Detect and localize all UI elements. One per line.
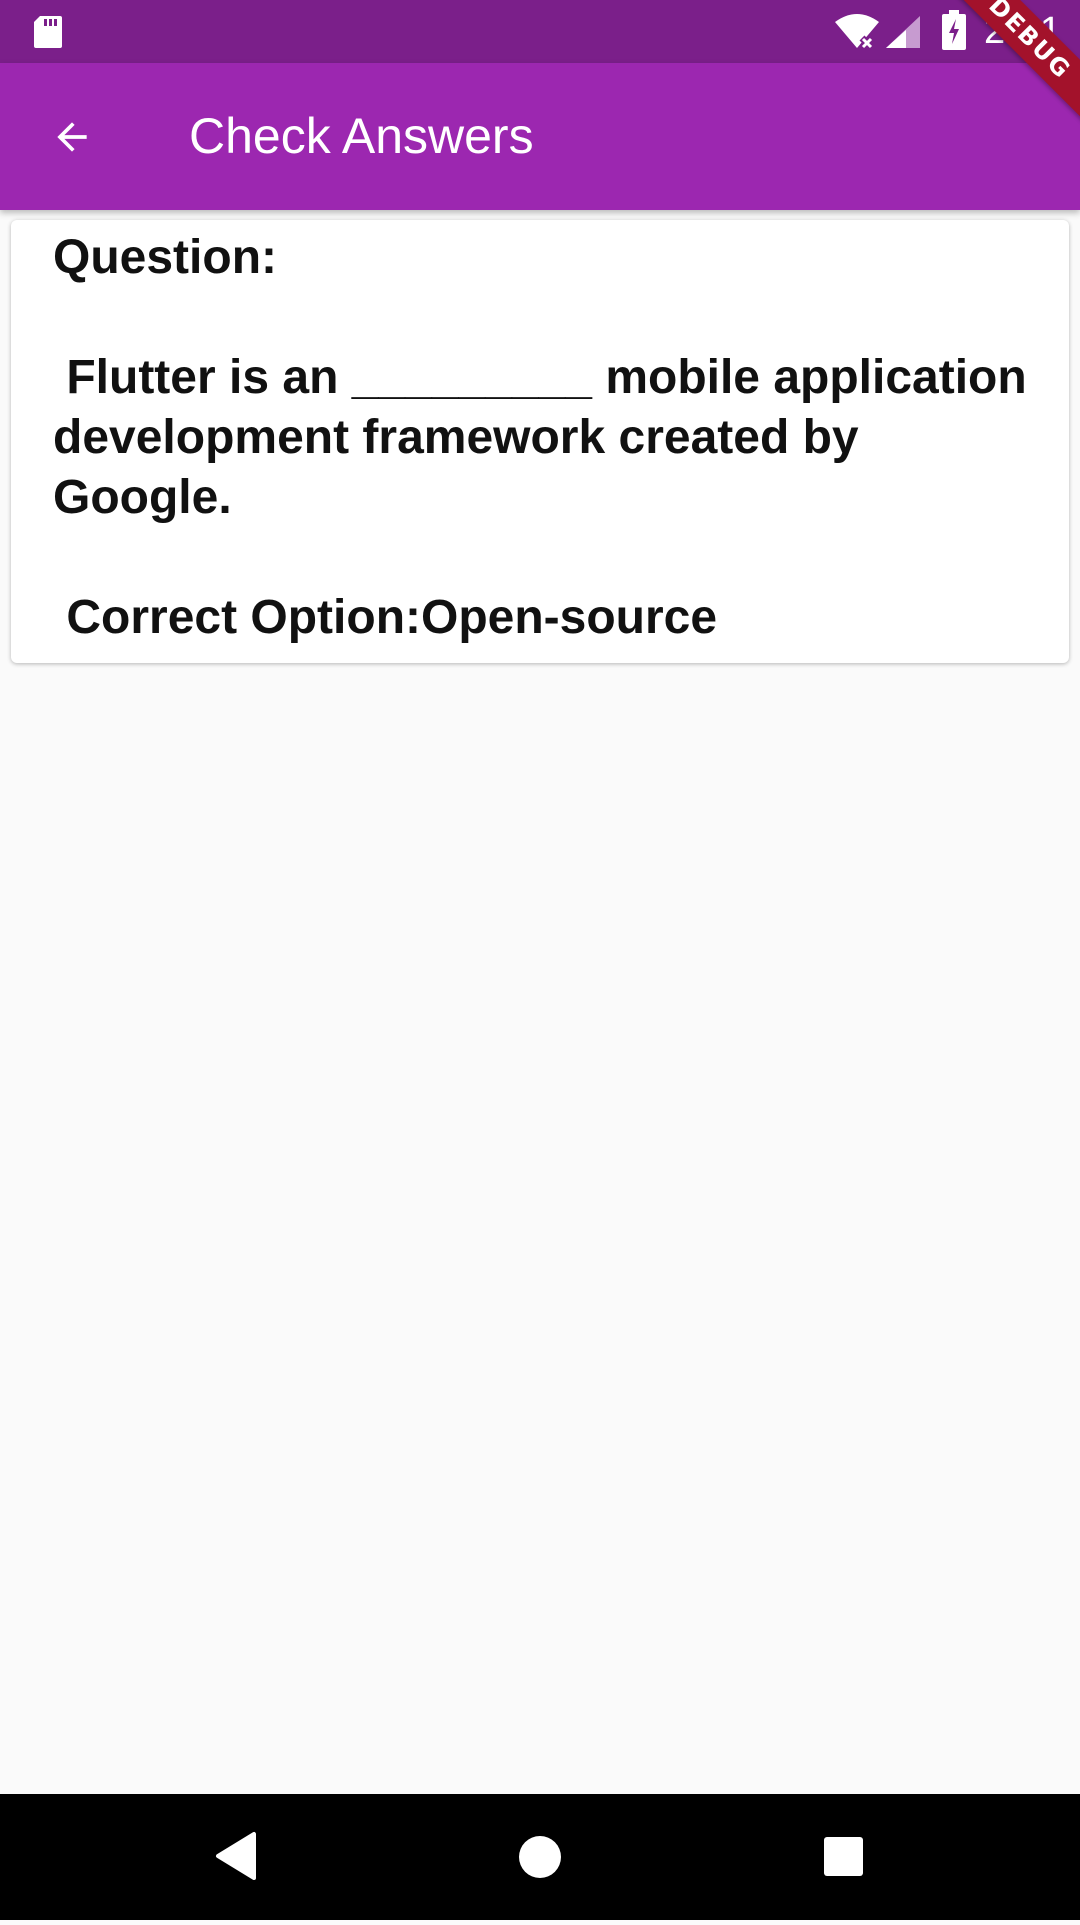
recents-square-icon	[824, 1837, 863, 1876]
wifi-icon	[835, 14, 879, 50]
page-title: Check Answers	[189, 108, 534, 164]
arrow-back-icon	[57, 122, 87, 152]
signal-icon	[886, 16, 920, 48]
nav-home-button[interactable]	[477, 1794, 603, 1920]
back-button[interactable]	[36, 101, 108, 173]
battery-charging-icon	[942, 10, 966, 50]
app-bar: Check Answers	[0, 63, 1080, 210]
status-bar: 2:51	[0, 0, 1080, 63]
home-circle-icon	[519, 1836, 561, 1878]
nav-recents-button[interactable]	[780, 1794, 906, 1920]
back-triangle-icon	[216, 1832, 256, 1880]
sd-card-icon	[34, 16, 62, 48]
question-answer-text: Question: Flutter is an _________ mobile…	[53, 231, 1027, 644]
nav-back-button[interactable]	[174, 1794, 300, 1920]
system-nav-bar	[0, 1794, 1080, 1920]
answer-card: Question: Flutter is an _________ mobile…	[11, 220, 1069, 663]
